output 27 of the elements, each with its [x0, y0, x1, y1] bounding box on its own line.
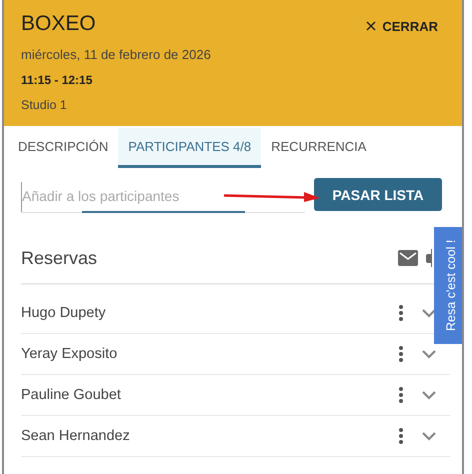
tab[interactable]: PARTICIPANTES 4/8 — [118, 128, 262, 168]
event-location: Studio 1 — [21, 98, 67, 112]
tab[interactable]: DESCRIPCIÓN — [8, 128, 118, 168]
chevron-down-icon[interactable] — [422, 390, 436, 400]
chevron-down-icon[interactable] — [422, 432, 436, 440]
more-icon[interactable] — [398, 304, 404, 322]
close-button[interactable]: CERRAR — [366, 16, 438, 36]
mail-icon[interactable] — [398, 250, 418, 266]
tab[interactable]: RECURRENCIA — [261, 128, 376, 168]
chevron-down-icon[interactable] — [422, 350, 436, 358]
participant-name: Sean Hernandez — [21, 428, 131, 444]
participant-name: Pauline Goubet — [21, 387, 122, 403]
event-title: BOXEO — [21, 12, 96, 36]
event-date: miércoles, 11 de febrero de 2026 — [21, 47, 211, 62]
close-icon — [366, 21, 376, 31]
more-icon[interactable] — [398, 345, 404, 363]
roll-call-button[interactable]: PASAR LISTA — [314, 178, 442, 211]
search-field[interactable]: Añadir a los participantes — [21, 182, 305, 213]
feedback-tab[interactable]: Resa c'est cool ! — [434, 227, 462, 344]
more-icon[interactable] — [398, 427, 404, 445]
participant-name: Hugo Dupety — [21, 305, 107, 321]
more-icon[interactable] — [398, 386, 404, 404]
event-time: 11:15 - 12:15 — [21, 73, 92, 87]
section-title: Reservas — [21, 248, 98, 268]
print-icon[interactable] — [426, 249, 432, 267]
chevron-down-icon[interactable] — [422, 308, 436, 318]
participant-name: Yeray Exposito — [21, 346, 118, 362]
